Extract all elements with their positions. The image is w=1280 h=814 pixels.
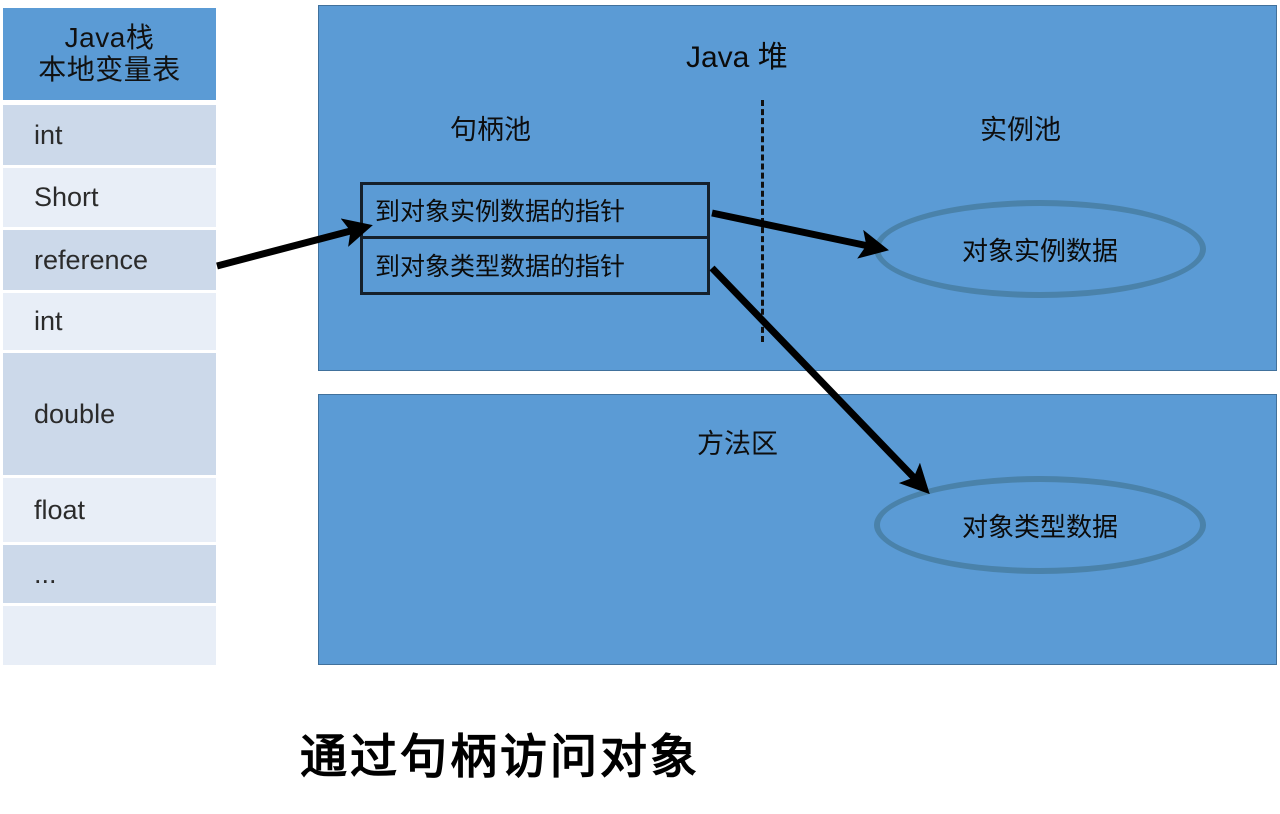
stack-slot-empty-7 (3, 606, 216, 665)
handle-pool-title: 句柄池 (450, 115, 531, 145)
stack-header: Java栈 本地变量表 (3, 8, 216, 100)
stack-slot-int-3: int (3, 293, 216, 350)
java-stack-panel: Java栈 本地变量表 int Short reference int double fl… (0, 0, 219, 814)
stack-slot-reference-2: reference (3, 230, 216, 290)
stack-slot-label: float (34, 494, 86, 525)
stack-header-line1: Java栈 (64, 21, 155, 53)
stack-slot-label: int (34, 306, 63, 336)
heap-dashed-divider (761, 100, 764, 342)
handle-row-type-pointer: 到对象类型数据的指针 (375, 253, 626, 282)
instance-pool-title: 实例池 (980, 115, 1061, 145)
stack-slot-dotdotdot-6: ... (3, 545, 216, 603)
stack-slot-label: double (34, 398, 116, 429)
caption-text: 通过句柄访问对象 (300, 730, 700, 785)
handle-row-instance-pointer: 到对象实例数据的指针 (363, 185, 707, 239)
handle-box: 到对象实例数据的指针 到对象类型数据的指针 (360, 182, 710, 295)
stack-slot-double-4: double (3, 353, 216, 475)
stack-slot-float-5: float (3, 478, 216, 542)
stack-slot-label: Short (34, 182, 99, 212)
stack-header-line2: 本地变量表 (38, 54, 181, 85)
stack-slot-int-0: int (3, 105, 216, 165)
object-instance-data-oval: 对象实例数据 (874, 200, 1206, 298)
stack-slot-label: reference (34, 244, 149, 275)
object-type-data-oval: 对象类型数据 (874, 476, 1206, 574)
stack-slot-label: ... (34, 558, 57, 589)
java-heap-title: Java 堆 (686, 41, 788, 74)
stack-slot-label: int (34, 119, 63, 150)
stack-slot-Short-1: Short (3, 168, 216, 227)
method-area-title: 方法区 (697, 429, 778, 459)
